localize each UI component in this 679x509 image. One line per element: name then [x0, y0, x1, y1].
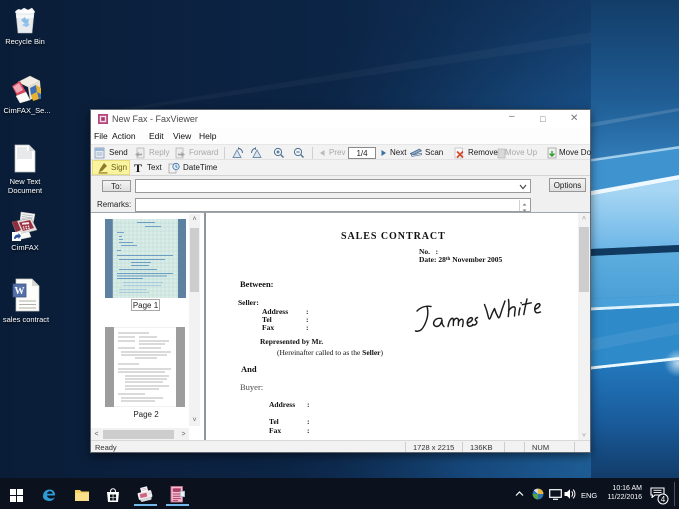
svg-text:4: 4 — [661, 495, 666, 504]
svg-text:W: W — [15, 286, 25, 297]
